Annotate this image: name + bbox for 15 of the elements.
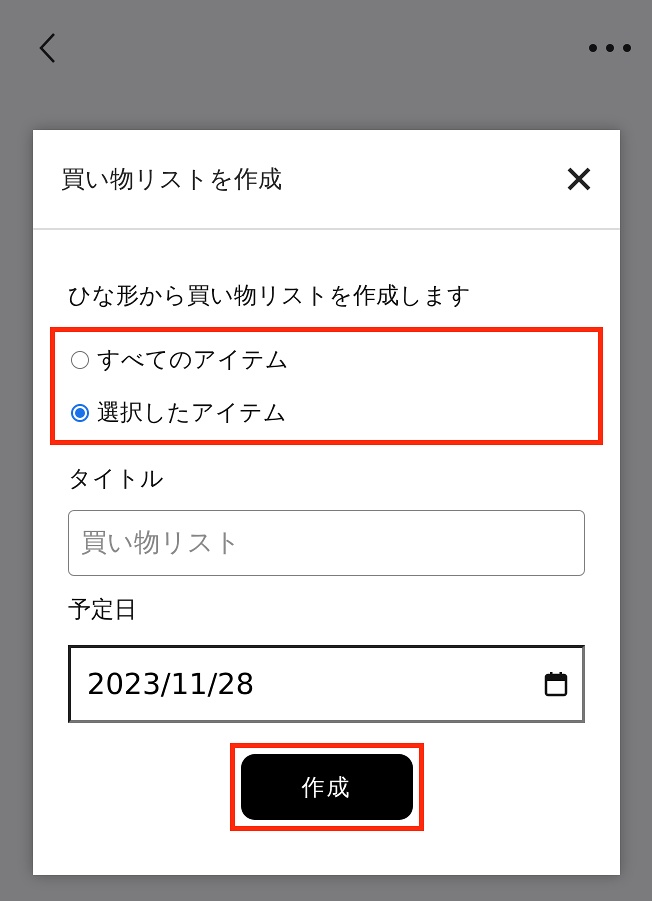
more-icon[interactable] bbox=[588, 43, 632, 53]
radio-icon[interactable] bbox=[71, 350, 89, 368]
close-icon[interactable] bbox=[566, 166, 592, 192]
radio-option[interactable]: すべてのアイテム bbox=[71, 340, 289, 379]
radio-icon[interactable] bbox=[71, 404, 89, 422]
radio-option[interactable]: 選択したアイテム bbox=[71, 393, 287, 432]
prompt-text: ひな形から買い物リストを作成します bbox=[68, 282, 471, 311]
back-icon[interactable] bbox=[38, 32, 56, 64]
calendar-icon[interactable] bbox=[544, 671, 568, 697]
title-input-field[interactable]: 買い物リスト bbox=[68, 510, 585, 576]
field-label: タイトル bbox=[68, 465, 164, 494]
create-button[interactable]: 作成 bbox=[240, 754, 412, 820]
dialog-title: 買い物リストを作成 bbox=[61, 164, 282, 195]
field-label: 予定日 bbox=[68, 596, 137, 625]
date-input-field[interactable]: 2023/11/28 bbox=[68, 645, 585, 723]
